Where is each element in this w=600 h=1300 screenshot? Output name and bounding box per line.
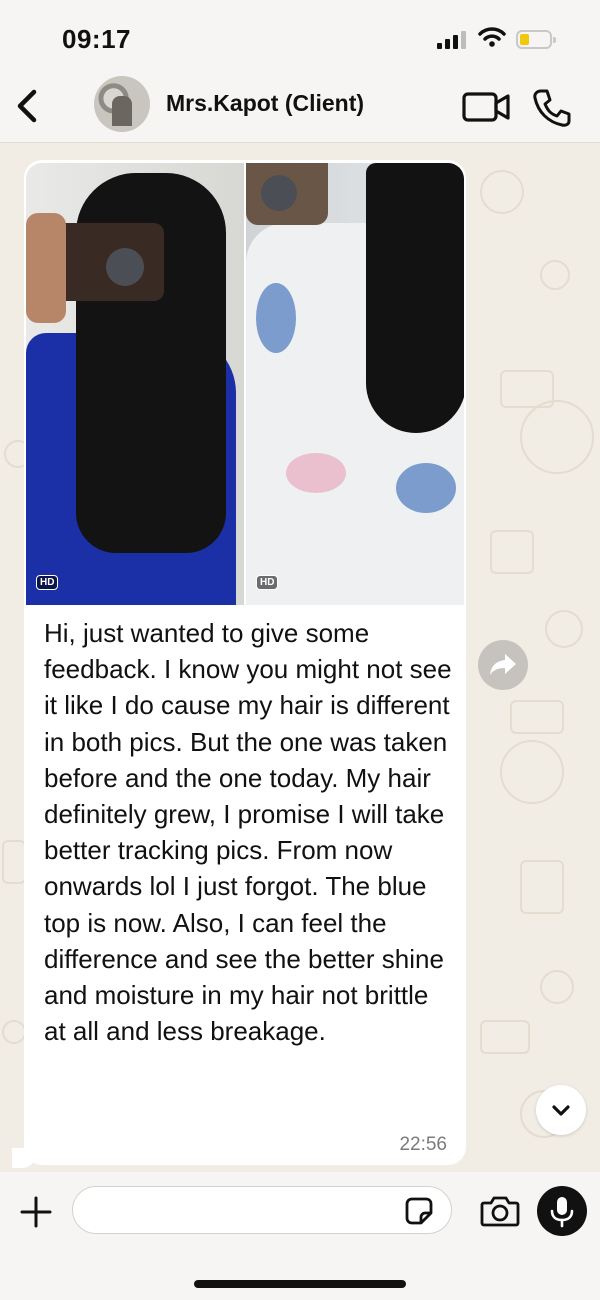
chevron-down-icon <box>552 1105 570 1116</box>
plus-icon[interactable] <box>16 1192 56 1232</box>
microphone-button[interactable] <box>537 1186 587 1236</box>
photo-grid: HD HD <box>26 163 464 605</box>
video-camera-icon[interactable] <box>462 90 512 124</box>
camera-icon[interactable] <box>480 1194 520 1228</box>
status-time: 09:17 <box>62 24 131 54</box>
sticker-icon[interactable] <box>404 1196 434 1226</box>
hd-badge: HD <box>256 575 279 590</box>
cellular-signal-icon <box>437 31 467 49</box>
battery-fill <box>520 34 529 45</box>
message-input[interactable] <box>72 1186 452 1234</box>
home-indicator <box>194 1280 406 1288</box>
phone-icon[interactable] <box>532 88 572 128</box>
forward-button[interactable] <box>478 640 528 690</box>
input-bar <box>0 1172 600 1300</box>
chevron-left-icon[interactable] <box>10 84 46 128</box>
message-timestamp: 22:56 <box>399 1134 447 1155</box>
wifi-icon <box>478 27 506 47</box>
message-bubble[interactable]: HD HD Hi, just wanted to give some feedb… <box>24 160 466 1165</box>
microphone-icon <box>550 1197 574 1228</box>
photo-after[interactable]: HD <box>246 163 464 605</box>
photo-before[interactable]: HD <box>26 163 244 605</box>
hd-badge: HD <box>36 575 59 590</box>
status-bar: 09:17 <box>0 0 600 70</box>
forward-arrow-icon <box>490 654 516 675</box>
contact-name[interactable]: Mrs.Kapot (Client) <box>166 90 364 117</box>
battery-low-icon <box>516 30 556 49</box>
avatar[interactable] <box>94 76 150 132</box>
chat-header: Mrs.Kapot (Client) <box>0 70 600 143</box>
message-text: Hi, just wanted to give some feedback. I… <box>44 618 452 1047</box>
scroll-to-bottom-button[interactable] <box>536 1085 586 1135</box>
